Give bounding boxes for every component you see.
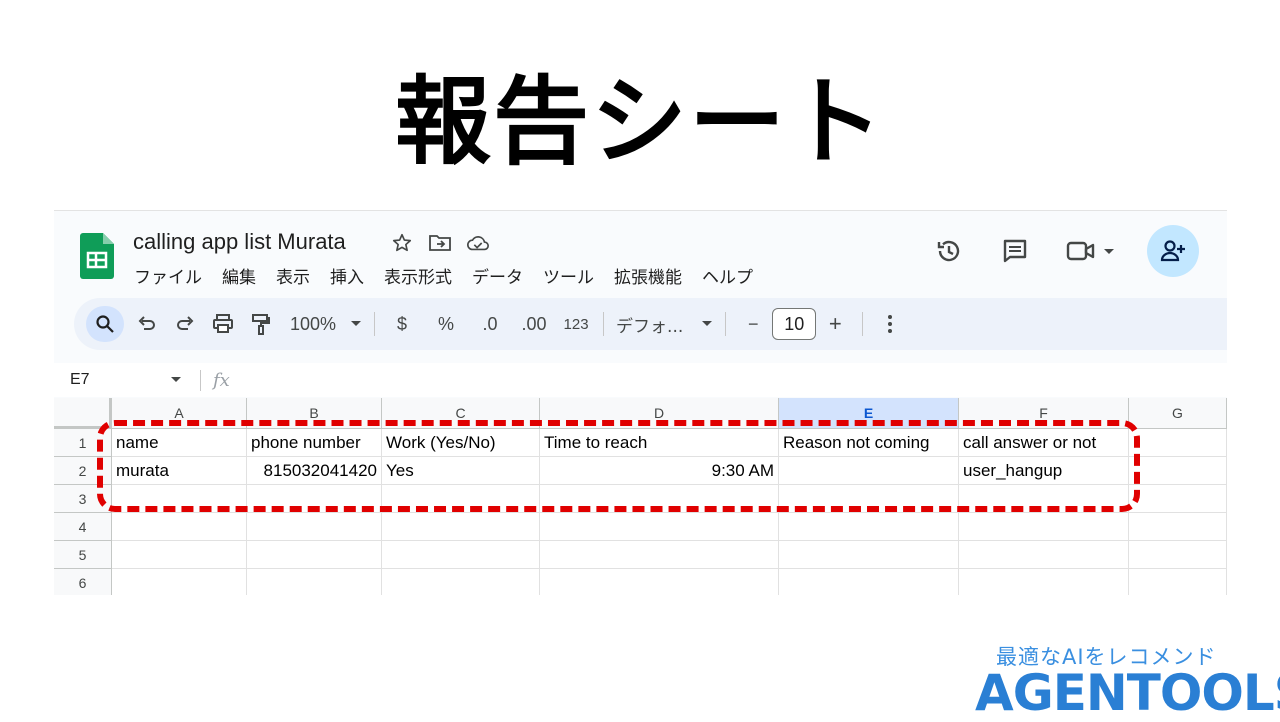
search-icon [96, 315, 114, 333]
menu-edit[interactable]: 編集 [222, 263, 256, 288]
toolbar-divider [725, 312, 727, 336]
chevron-down-icon [1104, 249, 1114, 254]
percent-format-button[interactable]: % [431, 306, 461, 342]
cell-f6[interactable] [959, 569, 1129, 595]
slide-title: 報告シート [395, 66, 885, 178]
column-header-g[interactable]: G [1129, 398, 1227, 429]
increase-decimal-icon: .00 [521, 313, 547, 334]
comments-button[interactable] [995, 231, 1035, 271]
toolbar-divider [862, 312, 864, 336]
percent-icon: % [438, 313, 455, 334]
plus-icon: + [828, 311, 842, 336]
version-history-button[interactable] [929, 231, 969, 271]
cell-c6[interactable] [382, 569, 540, 595]
cell-g5[interactable] [1129, 541, 1227, 569]
document-title[interactable]: calling app list Murata [133, 229, 346, 255]
cell-a5[interactable] [112, 541, 247, 569]
cell-g4[interactable] [1129, 513, 1227, 541]
name-box[interactable]: E7 [54, 371, 170, 389]
decrease-decimal-icon: .0 [482, 313, 498, 334]
currency-icon: $ [397, 313, 408, 334]
cell-b4[interactable] [247, 513, 382, 541]
toolbar: 100% $ % .0 .00 123 デフォ... − 10 + [74, 298, 1227, 350]
menu-data[interactable]: データ [472, 263, 523, 288]
toolbar-divider [603, 312, 605, 336]
increase-font-size-button[interactable]: + [820, 306, 850, 342]
cell-g2[interactable] [1129, 457, 1227, 485]
add-person-icon [1160, 240, 1185, 262]
cloud-saved-icon[interactable] [466, 231, 490, 255]
cell-f5[interactable] [959, 541, 1129, 569]
menu-file[interactable]: ファイル [134, 263, 202, 288]
menu-extensions[interactable]: 拡張機能 [614, 263, 682, 288]
cell-e4[interactable] [779, 513, 959, 541]
menu-format[interactable]: 表示形式 [384, 263, 452, 288]
menu-tools[interactable]: ツール [543, 263, 594, 288]
zoom-select[interactable]: 100% [290, 306, 362, 342]
more-options-button[interactable] [875, 306, 905, 342]
search-menus-button[interactable] [86, 306, 124, 342]
cell-b6[interactable] [247, 569, 382, 595]
brand-logo-text: AGENTOOLS [975, 664, 1280, 722]
zoom-value: 100% [290, 313, 337, 334]
video-camera-icon [1066, 241, 1095, 261]
chevron-down-icon[interactable] [170, 376, 182, 384]
history-icon [937, 240, 960, 262]
sheets-logo-icon[interactable] [80, 233, 114, 279]
cell-b5[interactable] [247, 541, 382, 569]
fx-icon: fx [200, 369, 230, 391]
cell-d4[interactable] [540, 513, 779, 541]
row-header-6[interactable]: 6 [54, 569, 112, 595]
cell-f4[interactable] [959, 513, 1129, 541]
more-vert-icon [888, 315, 893, 333]
decrease-font-size-button[interactable]: − [738, 306, 768, 342]
highlight-dashed-box [97, 420, 1140, 512]
cell-g6[interactable] [1129, 569, 1227, 595]
chevron-down-icon [702, 321, 713, 326]
font-size-input[interactable]: 10 [772, 308, 817, 340]
cell-a6[interactable] [112, 569, 247, 595]
decrease-decimal-button[interactable]: .0 [475, 306, 505, 342]
share-button[interactable] [1147, 225, 1199, 277]
currency-format-button[interactable]: $ [387, 306, 417, 342]
cell-d5[interactable] [540, 541, 779, 569]
formula-bar: E7 fx [54, 363, 1227, 397]
undo-button[interactable] [132, 306, 162, 342]
print-icon [213, 314, 233, 333]
font-name: デフォ... [616, 316, 684, 337]
cell-a4[interactable] [112, 513, 247, 541]
meet-button[interactable] [1061, 231, 1121, 271]
cell-e5[interactable] [779, 541, 959, 569]
menu-help[interactable]: ヘルプ [702, 263, 753, 288]
star-icon[interactable] [390, 231, 414, 255]
menu-insert[interactable]: 挿入 [330, 263, 364, 288]
cell-g3[interactable] [1129, 485, 1227, 513]
move-folder-icon[interactable] [428, 231, 452, 255]
cell-g1[interactable] [1129, 429, 1227, 457]
comment-icon [1003, 239, 1027, 263]
number-format-label: 123 [563, 315, 589, 333]
paint-format-button[interactable] [246, 306, 276, 342]
cell-d6[interactable] [540, 569, 779, 595]
row-header-4[interactable]: 4 [54, 513, 112, 541]
menu-view[interactable]: 表示 [276, 263, 310, 288]
font-select[interactable]: デフォ... [616, 306, 713, 342]
redo-icon [177, 316, 194, 330]
more-formats-button[interactable]: 123 [561, 306, 591, 342]
undo-icon [138, 316, 155, 330]
paint-roller-icon [252, 314, 270, 335]
sheets-window: calling app list Murata ファイル 編集 表示 挿入 表示… [54, 210, 1227, 595]
redo-button[interactable] [170, 306, 200, 342]
cell-c4[interactable] [382, 513, 540, 541]
menu-bar: ファイル 編集 表示 挿入 表示形式 データ ツール 拡張機能 ヘルプ [134, 263, 773, 288]
cell-c5[interactable] [382, 541, 540, 569]
cell-e6[interactable] [779, 569, 959, 595]
chevron-down-icon [351, 321, 362, 326]
print-button[interactable] [208, 306, 238, 342]
increase-decimal-button[interactable]: .00 [519, 306, 549, 342]
toolbar-divider [374, 312, 376, 336]
row-header-5[interactable]: 5 [54, 541, 112, 569]
agentools-logo: AGENTOOLS [975, 664, 1280, 722]
minus-icon: − [748, 313, 759, 334]
